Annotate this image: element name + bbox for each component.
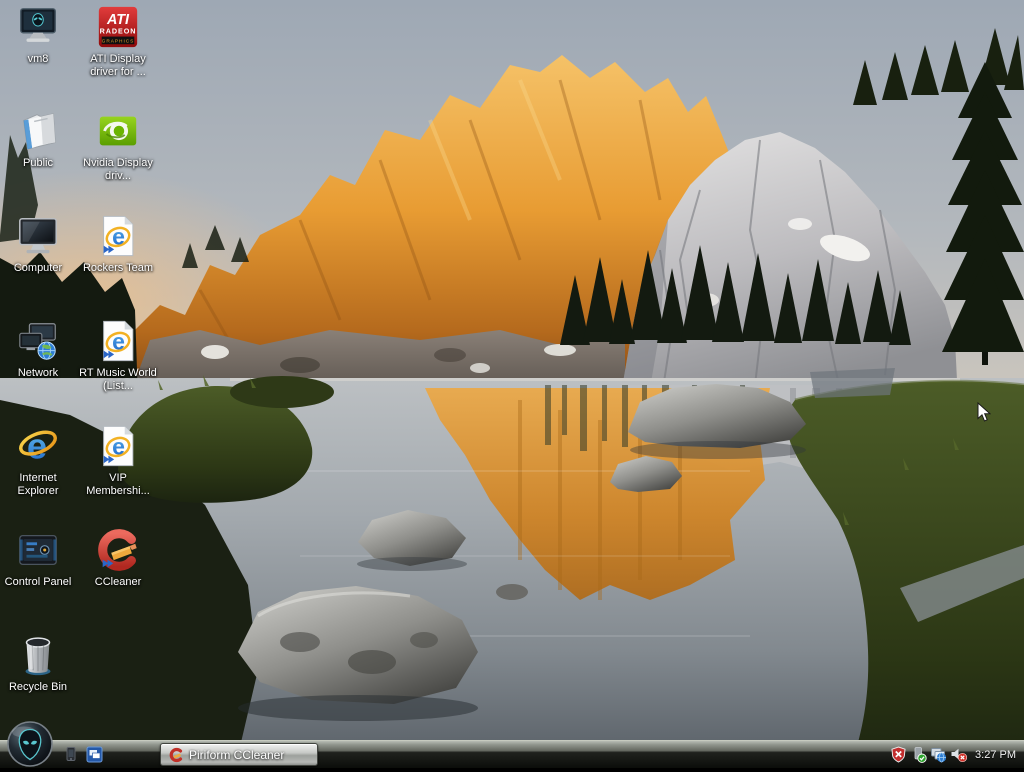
- desktop-icon-label: Internet Explorer: [17, 472, 59, 497]
- security-alert-icon[interactable]: [890, 746, 907, 763]
- desktop-icon-vip-membership[interactable]: e VIP Membershi...: [78, 423, 158, 498]
- desktop-icon-label: vm8: [27, 53, 49, 65]
- svg-text:e: e: [112, 434, 125, 460]
- volume-muted-icon[interactable]: [950, 746, 968, 763]
- desktop-icon-control-panel[interactable]: Control Panel: [0, 527, 76, 589]
- svg-text:e: e: [112, 224, 125, 250]
- taskbar-button-label: Piriform CCleaner: [189, 747, 285, 762]
- network-computers-icon: [19, 323, 56, 360]
- desktop-icon-internet-explorer[interactable]: e Internet Explorer: [0, 423, 76, 498]
- desktop-icon-label: ATI Display driver for ...: [90, 53, 146, 78]
- status-check-icon[interactable]: [910, 746, 927, 763]
- alienware-monitor-icon: [20, 8, 56, 42]
- desktop-icon-label: Rockers Team: [82, 262, 154, 274]
- nvidia-logo-icon: [99, 116, 137, 146]
- svg-text:ATI: ATI: [106, 12, 130, 28]
- computer-monitor-icon: [19, 217, 57, 254]
- ie-document-icon: e: [103, 215, 134, 257]
- desktop-icon-rockers-team[interactable]: e Rockers Team: [78, 213, 158, 275]
- system-tray: 3:27 PM: [890, 741, 1021, 768]
- desktop-icon-vm8[interactable]: vm8: [0, 4, 76, 66]
- recycle-bin-icon: [25, 637, 51, 676]
- desktop-icon-public[interactable]: Public: [0, 108, 76, 170]
- desktop-icon-label: Public: [23, 157, 53, 169]
- desktop-icon-computer[interactable]: Computer: [0, 213, 76, 275]
- desktop-icon-network[interactable]: Network: [0, 318, 76, 380]
- desktop-icon-label: Computer: [13, 262, 63, 274]
- ati-radeon-logo-icon: ATI RADEON GRAPHICS: [98, 6, 138, 48]
- desktop-icon-recycle-bin[interactable]: Recycle Bin: [0, 632, 76, 694]
- svg-text:RADEON: RADEON: [100, 28, 137, 36]
- ccleaner-logo-icon: [98, 529, 137, 571]
- svg-text:e: e: [112, 329, 125, 355]
- desktop-icon-label: Recycle Bin: [8, 681, 68, 693]
- quick-launch-area: [62, 741, 103, 768]
- desktop-icon-ati-display-driver[interactable]: ATI RADEON GRAPHICS ATI Display driver f…: [78, 4, 158, 79]
- desktop-icon-label: Control Panel: [4, 576, 72, 588]
- taskbar-clock[interactable]: 3:27 PM: [975, 749, 1021, 761]
- ie-document-icon: e: [103, 425, 134, 467]
- ie-document-icon: e: [103, 320, 134, 362]
- desktop-icon-label: Nvidia Display driv...: [83, 157, 153, 182]
- alienware-start-orb-icon: [7, 721, 53, 767]
- start-button[interactable]: [7, 721, 53, 767]
- taskbar-button-piriform-ccleaner[interactable]: Piriform CCleaner: [160, 743, 318, 766]
- desktop-icon-label: VIP Membershi...: [86, 472, 150, 497]
- desktop-icon-rt-music-world[interactable]: e RT Music World (List...: [78, 318, 158, 393]
- desktop-icon-label: CCleaner: [94, 576, 142, 588]
- ccleaner-icon: [169, 747, 183, 762]
- desktop-icon-label: RT Music World (List...: [79, 367, 157, 392]
- taskbar: Piriform CCleaner 3:27 PM: [0, 721, 1024, 768]
- quick-launch-show-desktop-icon[interactable]: [86, 746, 103, 763]
- desktop-icon-ccleaner[interactable]: CCleaner: [78, 527, 158, 589]
- svg-text:GRAPHICS: GRAPHICS: [102, 38, 135, 44]
- network-tray-icon[interactable]: [930, 746, 947, 763]
- desktop-icon-nvidia-display-driver[interactable]: Nvidia Display driv...: [78, 108, 158, 183]
- desktop-surface[interactable]: vm8 ATI RADEON GRAPHICS ATI Display driv…: [0, 0, 1024, 768]
- quick-launch-device-icon[interactable]: [62, 746, 79, 763]
- control-panel-icon: [19, 534, 57, 566]
- desktop-icon-label: Network: [17, 367, 59, 379]
- internet-explorer-icon: e: [19, 425, 57, 466]
- public-folder-icon: [23, 113, 56, 150]
